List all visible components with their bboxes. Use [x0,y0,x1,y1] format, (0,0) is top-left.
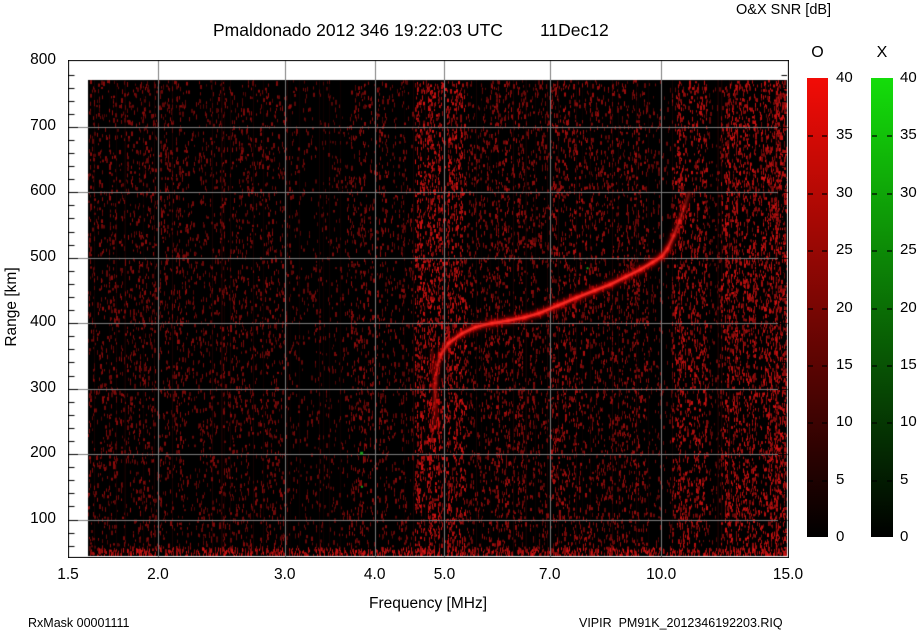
colorbar-x-tick-mark [872,250,877,252]
ionogram-screenshot: Pmaldonado 2012 346 19:22:03 UTC 11Dec12… [0,0,922,636]
colorbar-x-tick-mark [887,193,892,195]
colorbar-o-tick-mark [808,422,813,424]
colorbar-x-tick-mark [887,250,892,252]
colorbar-o-tick-label: 5 [836,470,845,488]
colorbar-o-tick-mark [822,250,827,252]
colorbar-o-tick-label: 35 [836,126,853,144]
x-tick-label: 7.0 [538,566,561,583]
colorbar-x-tick-mark [872,422,877,424]
x-tick-label: 5.0 [433,566,456,583]
colorbar-x-tick-mark [872,480,877,482]
y-tick-label: 600 [30,182,56,200]
y-axis-label: Range [km] [3,267,20,347]
colorbar-o-tick-label: 0 [836,528,845,545]
colorbar-x-header: X [876,44,888,61]
colorbar-x-tick-label: 25 [900,241,917,259]
colorbar-x-tick-label: 40 [900,69,917,86]
colorbar-x-tick-mark [887,365,892,367]
y-tick-label: 200 [30,444,56,462]
plot-title: Pmaldonado 2012 346 19:22:03 UTC 11Dec12 [213,20,609,41]
colorbar-x-tick-label: 20 [900,298,917,316]
ionogram-plot-canvas [68,60,789,558]
colorbar-x-tick-label: 35 [900,126,917,144]
colorbar-o-tick-label: 30 [836,183,853,201]
colorbar-x-tick-label: 10 [900,413,917,431]
colorbar-x-tick-label: 5 [900,470,909,488]
colorbar-o-tick-label: 10 [836,413,853,431]
y-tick-label: 100 [30,509,56,527]
colorbar-o-tick-mark [822,135,827,137]
y-tick-label: 700 [30,116,56,134]
colorbar-x-tick-mark [887,480,892,482]
colorbar-o-tick-mark [808,250,813,252]
colorbar-o-tick-mark [808,135,813,137]
colorbar-x-tick-label: 30 [900,183,917,201]
colorbar-o-tick-label: 25 [836,241,853,259]
colorbar-o-tick-mark [822,365,827,367]
colorbar-title: O&X SNR [dB] [736,2,832,18]
colorbar-x-tick-mark [872,193,877,195]
x-tick-label: 1.5 [57,566,79,583]
x-axis-label: Frequency [MHz] [368,595,488,612]
y-tick-label: 400 [30,313,56,331]
colorbar-o-tick-mark [822,480,827,482]
colorbar-x-tick-label: 0 [900,528,909,545]
colorbar-o-tick-label: 40 [836,69,853,86]
colorbar-o-tick-mark [808,193,813,195]
x-tick-label: 10.0 [646,566,677,583]
y-tick-label: 500 [30,247,56,265]
colorbar-o-tick-mark [822,422,827,424]
colorbar-x-tick-mark [887,422,892,424]
colorbar-o-tick-label: 15 [836,355,853,373]
colorbar-x-tick-mark [887,308,892,310]
colorbar-o-tick-mark [808,308,813,310]
x-tick-label: 4.0 [363,566,386,583]
y-tick-label: 800 [30,51,56,69]
colorbar-x-tick-mark [872,365,877,367]
colorbar-o-header: O [811,44,824,61]
file-id-label: VIPIR PM91K_2012346192203.RIQ [579,616,783,630]
colorbar-x-tick-mark [887,135,892,137]
x-tick-label: 3.0 [273,566,296,583]
colorbar-o-tick-mark [808,480,813,482]
y-tick-label: 300 [30,378,56,396]
colorbar-x-tick-mark [872,135,877,137]
title-main: Pmaldonado 2012 346 19:22:03 UTC [213,20,503,40]
rx-mask-label: RxMask 00001111 [28,616,130,630]
x-tick-label: 2.0 [147,566,169,583]
colorbar-x-tick-label: 15 [900,355,917,373]
colorbar-o-tick-mark [822,308,827,310]
x-tick-label: 15.0 [772,566,804,583]
colorbar-o-tick-mark [822,193,827,195]
colorbar-o-tick-label: 20 [836,298,853,316]
colorbar-o-tick-mark [808,365,813,367]
title-date: 11Dec12 [539,20,609,40]
colorbar-x-tick-mark [872,308,877,310]
